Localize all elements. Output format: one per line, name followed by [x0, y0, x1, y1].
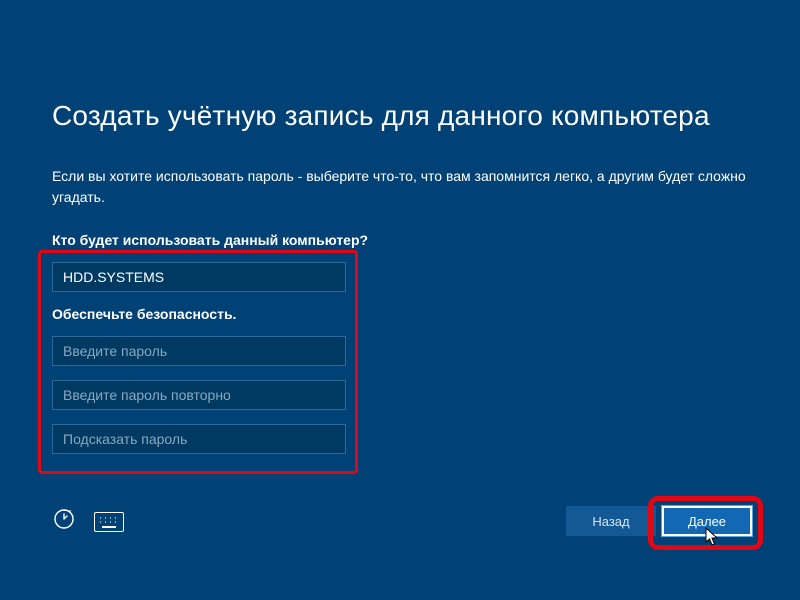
page-subtitle: Если вы хотите использовать пароль - выб…	[52, 166, 748, 208]
password-hint-input[interactable]	[52, 424, 346, 454]
back-button[interactable]: Назад	[566, 506, 656, 536]
username-input[interactable]	[52, 262, 346, 292]
on-screen-keyboard-icon[interactable]	[94, 512, 124, 532]
password-confirm-input[interactable]	[52, 380, 346, 410]
page-title: Создать учётную запись для данного компь…	[52, 100, 748, 132]
ease-of-access-icon[interactable]	[52, 507, 76, 536]
security-label: Обеспечьте безопасность.	[52, 306, 748, 322]
next-button[interactable]: Далее	[662, 506, 752, 536]
username-label: Кто будет использовать данный компьютер?	[52, 232, 748, 248]
password-input[interactable]	[52, 336, 346, 366]
